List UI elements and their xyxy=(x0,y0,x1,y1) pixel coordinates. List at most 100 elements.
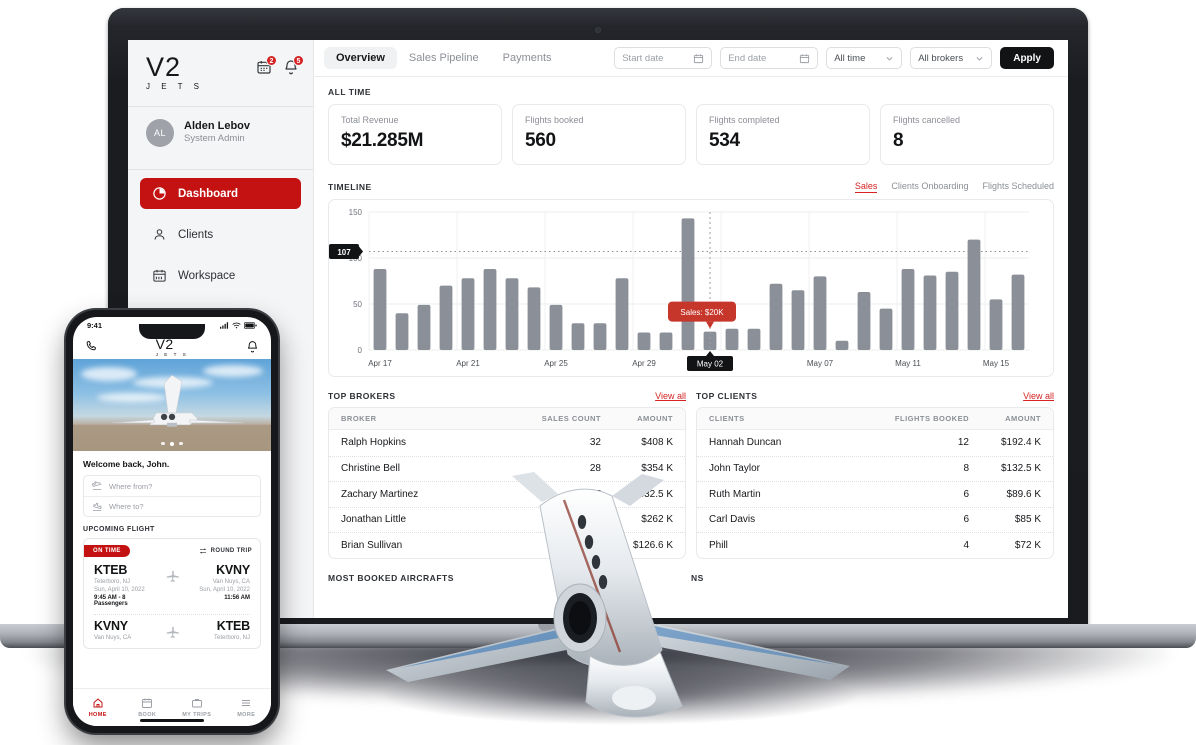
table-row[interactable]: Christine Bell 28 $354 K xyxy=(329,455,685,482)
tab-overview[interactable]: Overview xyxy=(324,47,397,69)
svg-text:Sales: $20K: Sales: $20K xyxy=(680,308,724,317)
client-count: 12 xyxy=(957,437,969,449)
client-amount: $89.6 K xyxy=(1006,488,1041,500)
table-header-row: CLIENTS FLIGHTS BOOKED AMOUNT xyxy=(697,408,1053,430)
where-to-placeholder: Where to? xyxy=(109,502,144,511)
tab-payments[interactable]: Payments xyxy=(491,47,564,69)
webcam-icon xyxy=(595,27,601,33)
end-date-input[interactable]: End date xyxy=(720,47,819,69)
table-row[interactable]: Carl Davis 6 $85 K xyxy=(697,506,1053,533)
stat-value: $21.285M xyxy=(341,130,424,151)
bell-notification-button[interactable]: 5 xyxy=(283,55,304,75)
dashboard-icon xyxy=(153,187,166,200)
table-row[interactable]: Jonathan Little 21 $262 K xyxy=(329,506,685,533)
top-clients-title: TOP CLIENTS xyxy=(696,391,758,401)
broker-amount: $262 K xyxy=(641,514,673,526)
end-date-placeholder: End date xyxy=(728,52,767,64)
tabbar-item-more[interactable]: MORE xyxy=(222,697,272,718)
client-amount: $192.4 K xyxy=(1000,437,1041,449)
calendar-badge: 2 xyxy=(266,55,277,66)
carousel-dot[interactable] xyxy=(179,441,183,445)
top-clients-table: CLIENTS FLIGHTS BOOKED AMOUNT Hannah Dun… xyxy=(696,407,1054,559)
broker-filter-select[interactable]: All brokers xyxy=(910,47,993,69)
table-row[interactable]: Ralph Hopkins 32 $408 K xyxy=(329,430,685,456)
top-brokers-view-all[interactable]: View all xyxy=(655,391,686,401)
carousel-dot[interactable] xyxy=(161,441,165,445)
origin-date: Sun, April 10, 2022 xyxy=(94,587,145,593)
user-profile[interactable]: AL Alden Lebov System Admin xyxy=(128,107,313,159)
where-from-input[interactable]: Where from? xyxy=(84,476,260,496)
column-header-clients: CLIENTS xyxy=(709,414,745,423)
phone-support-icon[interactable] xyxy=(85,340,98,353)
leg-destination: KVNY Van Nuys, CA Sun, April 10, 2022 11… xyxy=(185,563,250,601)
table-row[interactable]: Zachary Martinez 27 $332.5 K xyxy=(329,481,685,507)
stat-label: Flights booked xyxy=(525,115,584,125)
airplane-icon xyxy=(166,626,179,638)
svg-text:Apr 29: Apr 29 xyxy=(632,359,656,368)
where-to-input[interactable]: Where to? xyxy=(84,496,260,516)
tab-sales-pipeline[interactable]: Sales Pipeline xyxy=(397,47,491,69)
tabbar-label: BOOK xyxy=(138,712,157,718)
broker-count: 18 xyxy=(589,539,601,551)
carousel-dot-active[interactable] xyxy=(169,441,175,446)
sidebar-item-label: Workspace xyxy=(178,269,236,282)
upcoming-flight-card[interactable]: ON TIME ROUND TRIP KTEB Teterboro, NJ Su… xyxy=(83,538,261,649)
sidebar-brand-row: V2 J E T S 2 5 xyxy=(128,40,313,96)
client-name: Carl Davis xyxy=(709,514,756,526)
table-row[interactable]: Hannah Duncan 12 $192.4 K xyxy=(697,430,1053,456)
client-count: 4 xyxy=(963,539,969,551)
tabbar-item-my-trips[interactable]: MY TRIPS xyxy=(172,697,222,718)
table-row[interactable]: Phill 4 $72 K xyxy=(697,532,1053,558)
toolbar: Overview Sales Pipeline Payments Start d… xyxy=(314,40,1068,77)
phone-clock: 9:41 xyxy=(87,320,103,330)
svg-text:0: 0 xyxy=(358,346,363,355)
bottom-section-labels: MOST BOOKED AIRCRAFTS NS xyxy=(328,573,1054,590)
client-name: Phill xyxy=(709,539,728,551)
broker-count: 28 xyxy=(589,463,601,475)
calendar-notification-button[interactable]: 2 xyxy=(256,55,277,75)
table-row[interactable]: Ruth Martin 6 $89.6 K xyxy=(697,481,1053,507)
column-header-sales-count: SALES COUNT xyxy=(541,414,601,423)
leg-origin: KTEB Teterboro, NJ Sun, April 10, 2022 9… xyxy=(94,563,159,607)
tabbar-item-home[interactable]: HOME xyxy=(73,697,123,718)
chart-tab-flights-scheduled[interactable]: Flights Scheduled xyxy=(982,181,1054,193)
broker-name: Zachary Martinez xyxy=(341,488,419,500)
private-jet-photo xyxy=(73,374,271,451)
bell-icon[interactable] xyxy=(246,340,259,353)
timeline-chart[interactable]: 050100150107Sales: $20KApr 17Apr 21Apr 2… xyxy=(328,199,1054,377)
chevron-down-icon xyxy=(886,56,893,61)
chart-tab-clients-onboarding[interactable]: Clients Onboarding xyxy=(891,181,968,193)
top-clients-view-all[interactable]: View all xyxy=(1023,391,1054,401)
chart-tab-group: Sales Clients Onboarding Flights Schedul… xyxy=(854,181,1054,193)
logo-v2: V2 xyxy=(146,52,182,82)
table-row[interactable]: John Taylor 8 $132.5 K xyxy=(697,455,1053,482)
sidebar-item-workspace[interactable]: Workspace xyxy=(140,260,301,291)
sidebar-item-dashboard[interactable]: Dashboard xyxy=(140,178,301,209)
tabbar-item-book[interactable]: BOOK xyxy=(123,697,173,718)
table-row[interactable]: Brian Sullivan 18 $126.6 K xyxy=(329,532,685,558)
home-icon xyxy=(93,698,103,708)
stat-value: 560 xyxy=(525,130,556,151)
upcoming-flight-label: UPCOMING FLIGHT xyxy=(83,526,155,533)
top-brokers-table: BROKER SALES COUNT AMOUNT Ralph Hopkins … xyxy=(328,407,686,559)
carousel-dots[interactable] xyxy=(73,441,271,446)
time-filter-select[interactable]: All time xyxy=(826,47,903,69)
home-indicator xyxy=(140,719,204,722)
wifi-icon xyxy=(232,322,241,328)
broker-amount: $126.6 K xyxy=(632,539,673,551)
chart-tab-sales[interactable]: Sales xyxy=(854,181,878,193)
main-panel: Overview Sales Pipeline Payments Start d… xyxy=(314,40,1068,618)
timeline-label: TIMELINE xyxy=(328,182,372,192)
sidebar-item-clients[interactable]: Clients xyxy=(140,219,301,250)
stat-value: 534 xyxy=(709,130,740,151)
svg-text:May 07: May 07 xyxy=(807,359,834,368)
column-header-amount: AMOUNT xyxy=(1005,414,1041,423)
apply-button[interactable]: Apply xyxy=(1000,47,1054,69)
stat-card-flights-completed: Flights completed 534 xyxy=(696,104,870,165)
start-date-input[interactable]: Start date xyxy=(614,47,713,69)
stat-card-flights-cancelled: Flights cancelled 8 xyxy=(880,104,1054,165)
destination-date: Sun, April 10, 2022 xyxy=(199,587,250,593)
hero-image xyxy=(73,359,271,451)
phone-status-icons xyxy=(220,321,257,329)
client-count: 6 xyxy=(963,514,969,526)
